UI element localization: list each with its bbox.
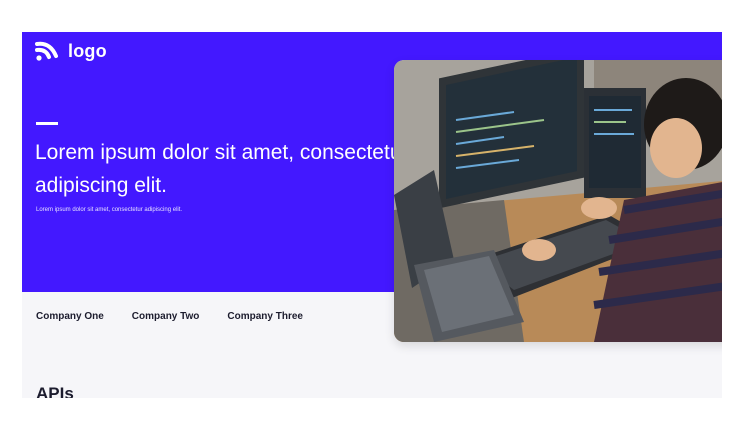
company-logos: Company One Company Two Company Three xyxy=(36,311,303,322)
company-logo-two: Company Two xyxy=(131,311,200,322)
logo[interactable]: logo xyxy=(34,38,107,64)
section-title: APIs xyxy=(36,384,74,398)
hero-subtext: Lorem ipsum dolor sit amet, consectetur … xyxy=(36,207,183,213)
accent-bar xyxy=(36,122,58,125)
logo-text: logo xyxy=(68,40,107,61)
hero-image xyxy=(394,60,722,342)
hero-headline: Lorem ipsum dolor sit amet, consectetur … xyxy=(35,141,409,197)
logo-icon xyxy=(35,41,58,61)
company-logo-one: Company One xyxy=(36,311,104,322)
company-logo-three: Company Three xyxy=(227,311,303,322)
landing-page: logo Lorem ipsum dolor sit amet, consect… xyxy=(22,32,722,398)
developer-photo xyxy=(394,60,722,342)
